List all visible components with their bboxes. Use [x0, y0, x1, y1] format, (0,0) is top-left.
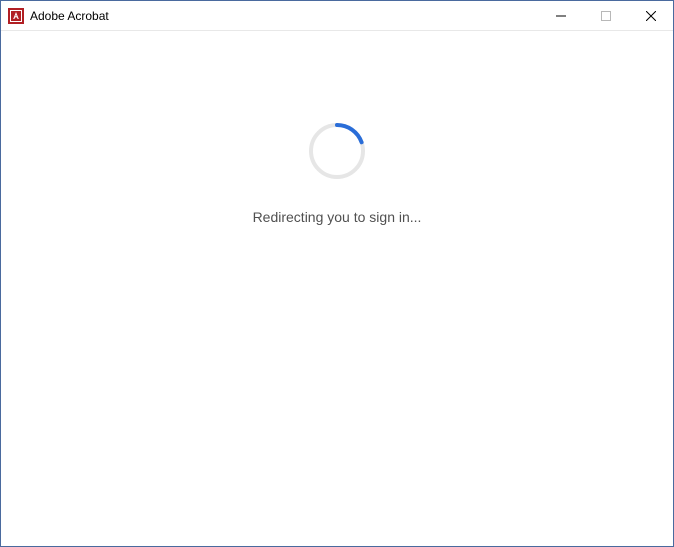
- status-text: Redirecting you to sign in...: [253, 209, 422, 225]
- app-title: Adobe Acrobat: [30, 9, 109, 23]
- acrobat-icon: [8, 8, 24, 24]
- titlebar: Adobe Acrobat: [1, 1, 673, 31]
- loading-spinner-icon: [307, 121, 367, 181]
- window-controls: [538, 1, 673, 30]
- close-button[interactable]: [628, 1, 673, 30]
- app-window: Adobe Acrobat: [0, 0, 674, 547]
- maximize-button[interactable]: [583, 1, 628, 30]
- minimize-button[interactable]: [538, 1, 583, 30]
- content-area: Redirecting you to sign in...: [1, 31, 673, 546]
